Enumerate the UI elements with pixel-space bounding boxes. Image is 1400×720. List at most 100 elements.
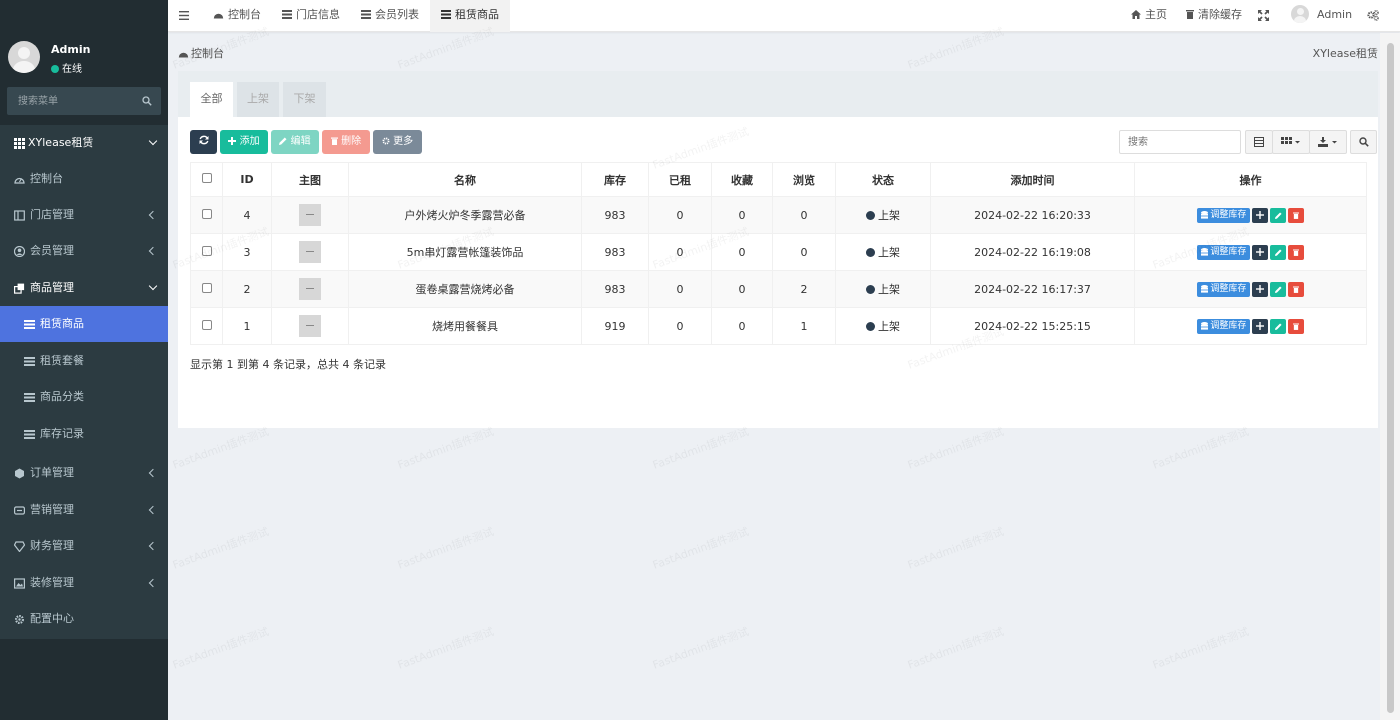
menu-item-dashboard[interactable]: 控制台	[0, 161, 168, 197]
nav-tab-dashboard[interactable]: 控制台	[213, 0, 261, 32]
nav-tab-rental-products[interactable]: 租赁商品	[430, 0, 510, 32]
sidebar-search-input[interactable]	[7, 87, 137, 115]
plus-icon	[228, 137, 237, 145]
col-rented[interactable]: 已租	[648, 162, 712, 197]
admin-menu[interactable]: Admin	[1291, 0, 1352, 32]
row-checkbox[interactable]	[201, 208, 212, 219]
table-search-input[interactable]	[1119, 130, 1241, 154]
fullscreen-button[interactable]	[1258, 0, 1269, 32]
row-delete-button[interactable]	[1288, 207, 1305, 223]
select-all-checkbox[interactable]	[201, 173, 212, 183]
menu-item-categories[interactable]: 商品分类	[0, 379, 168, 415]
table-row[interactable]: 1 烧烤用餐餐具 919 0 0 1 上架 2024-02-22 15:25:15 调整库存	[190, 307, 1367, 345]
row-checkbox[interactable]	[201, 245, 212, 256]
nav-tab-label: 会员列表	[375, 8, 419, 21]
sidebar: Admin 在线 XYlease租赁 控制台 门店管理 会员管理 商品管理	[0, 0, 168, 720]
settings-button[interactable]	[1367, 0, 1379, 32]
menu-item-settings[interactable]: 配置中心	[0, 601, 168, 637]
product-thumbnail[interactable]	[299, 278, 321, 300]
search-icon[interactable]	[142, 96, 152, 106]
tab-off-shelf[interactable]: 下架	[283, 82, 326, 117]
col-name[interactable]: 名称	[348, 162, 582, 197]
drag-sort-button[interactable]	[1252, 207, 1269, 223]
menu-item-products[interactable]: 商品管理	[0, 270, 168, 306]
cell-status[interactable]: 上架	[835, 233, 931, 271]
cell-name: 蛋卷桌露营烧烤必备	[348, 270, 582, 308]
columns-dropdown[interactable]	[1272, 130, 1310, 154]
row-edit-button[interactable]	[1270, 244, 1287, 260]
home-link[interactable]: 主页	[1131, 0, 1167, 32]
col-stock[interactable]: 库存	[581, 162, 649, 197]
col-favorites[interactable]: 收藏	[711, 162, 773, 197]
row-delete-button[interactable]	[1288, 281, 1305, 297]
menu-item-members[interactable]: 会员管理	[0, 233, 168, 269]
nav-tab-store-info[interactable]: 门店信息	[282, 0, 340, 32]
tab-on-shelf[interactable]: 上架	[237, 82, 279, 117]
chevron-left-icon	[148, 468, 158, 478]
delete-button[interactable]: 删除	[322, 130, 370, 154]
adjust-stock-button[interactable]: 调整库存	[1196, 318, 1251, 334]
row-checkbox[interactable]	[201, 319, 212, 330]
cell-status[interactable]: 上架	[835, 307, 931, 345]
menu-group-xylease[interactable]: XYlease租赁	[0, 125, 168, 161]
cell-views: 0	[772, 196, 836, 234]
drag-sort-button[interactable]	[1252, 244, 1269, 260]
menu-item-decoration[interactable]: 装修管理	[0, 565, 168, 601]
drag-sort-button[interactable]	[1252, 318, 1269, 334]
menu-item-store[interactable]: 门店管理	[0, 197, 168, 233]
menu-item-label: 订单管理	[30, 466, 74, 479]
nav-tab-member-list[interactable]: 会员列表	[361, 0, 419, 32]
list-icon	[24, 393, 35, 402]
sidebar-toggle[interactable]	[179, 0, 193, 32]
menu-item-finance[interactable]: 财务管理	[0, 528, 168, 564]
refresh-button[interactable]	[190, 130, 217, 154]
more-button[interactable]: 更多	[373, 130, 422, 154]
col-views[interactable]: 浏览	[772, 162, 836, 197]
cell-stock: 919	[581, 307, 649, 345]
table-row[interactable]: 3 5m串灯露营帐篷装饰品 983 0 0 0 上架 2024-02-22 16:19:08 …	[190, 233, 1367, 271]
cell-status[interactable]: 上架	[835, 196, 931, 234]
adjust-stock-button[interactable]: 调整库存	[1196, 281, 1251, 297]
row-delete-button[interactable]	[1288, 244, 1305, 260]
menu-item-marketing[interactable]: 营销管理	[0, 492, 168, 528]
row-edit-button[interactable]	[1270, 318, 1287, 334]
menu-item-orders[interactable]: 订单管理	[0, 455, 168, 491]
user-panel: Admin 在线	[0, 0, 168, 80]
pencil-icon	[279, 137, 287, 145]
pencil-icon	[1274, 248, 1282, 256]
product-thumbnail[interactable]	[299, 241, 321, 263]
status-dot-icon	[866, 322, 875, 331]
scrollbar-thumb[interactable]	[1387, 43, 1394, 713]
row-delete-button[interactable]	[1288, 318, 1305, 334]
breadcrumb[interactable]: 控制台	[178, 45, 224, 61]
adjust-stock-button[interactable]: 调整库存	[1196, 244, 1251, 260]
menu-item-rental-products[interactable]: 租赁商品	[0, 306, 168, 342]
drag-sort-button[interactable]	[1252, 281, 1269, 297]
col-status[interactable]: 状态	[835, 162, 931, 197]
menu-item-rental-packages[interactable]: 租赁套餐	[0, 343, 168, 379]
row-edit-button[interactable]	[1270, 207, 1287, 223]
cell-status[interactable]: 上架	[835, 270, 931, 308]
col-created[interactable]: 添加时间	[930, 162, 1135, 197]
col-id[interactable]: ID	[222, 162, 272, 197]
table-row[interactable]: 4 户外烤火炉冬季露营必备 983 0 0 0 上架 2024-02-22 16:20:33 …	[190, 196, 1367, 234]
menu-item-stock-records[interactable]: 库存记录	[0, 416, 168, 452]
scrollbar[interactable]	[1380, 33, 1400, 720]
product-thumbnail[interactable]	[299, 315, 321, 337]
table-view-icon	[1254, 137, 1264, 147]
toggle-view-button[interactable]	[1245, 130, 1273, 154]
row-checkbox[interactable]	[201, 282, 212, 293]
row-edit-button[interactable]	[1270, 281, 1287, 297]
clear-cache-button[interactable]: 清除缓存	[1186, 0, 1242, 32]
cell-id: 3	[222, 233, 272, 271]
adjust-stock-label: 调整库存	[1210, 283, 1247, 294]
table-row[interactable]: 2 蛋卷桌露营烧烤必备 983 0 0 2 上架 2024-02-22 16:17:37 调整…	[190, 270, 1367, 308]
order-icon	[15, 468, 24, 479]
product-thumbnail[interactable]	[299, 204, 321, 226]
tab-all[interactable]: 全部	[190, 82, 233, 117]
edit-button[interactable]: 编辑	[271, 130, 319, 154]
export-dropdown[interactable]	[1309, 130, 1347, 154]
search-button[interactable]	[1350, 130, 1377, 154]
add-button[interactable]: 添加	[220, 130, 268, 154]
adjust-stock-button[interactable]: 调整库存	[1196, 207, 1251, 223]
